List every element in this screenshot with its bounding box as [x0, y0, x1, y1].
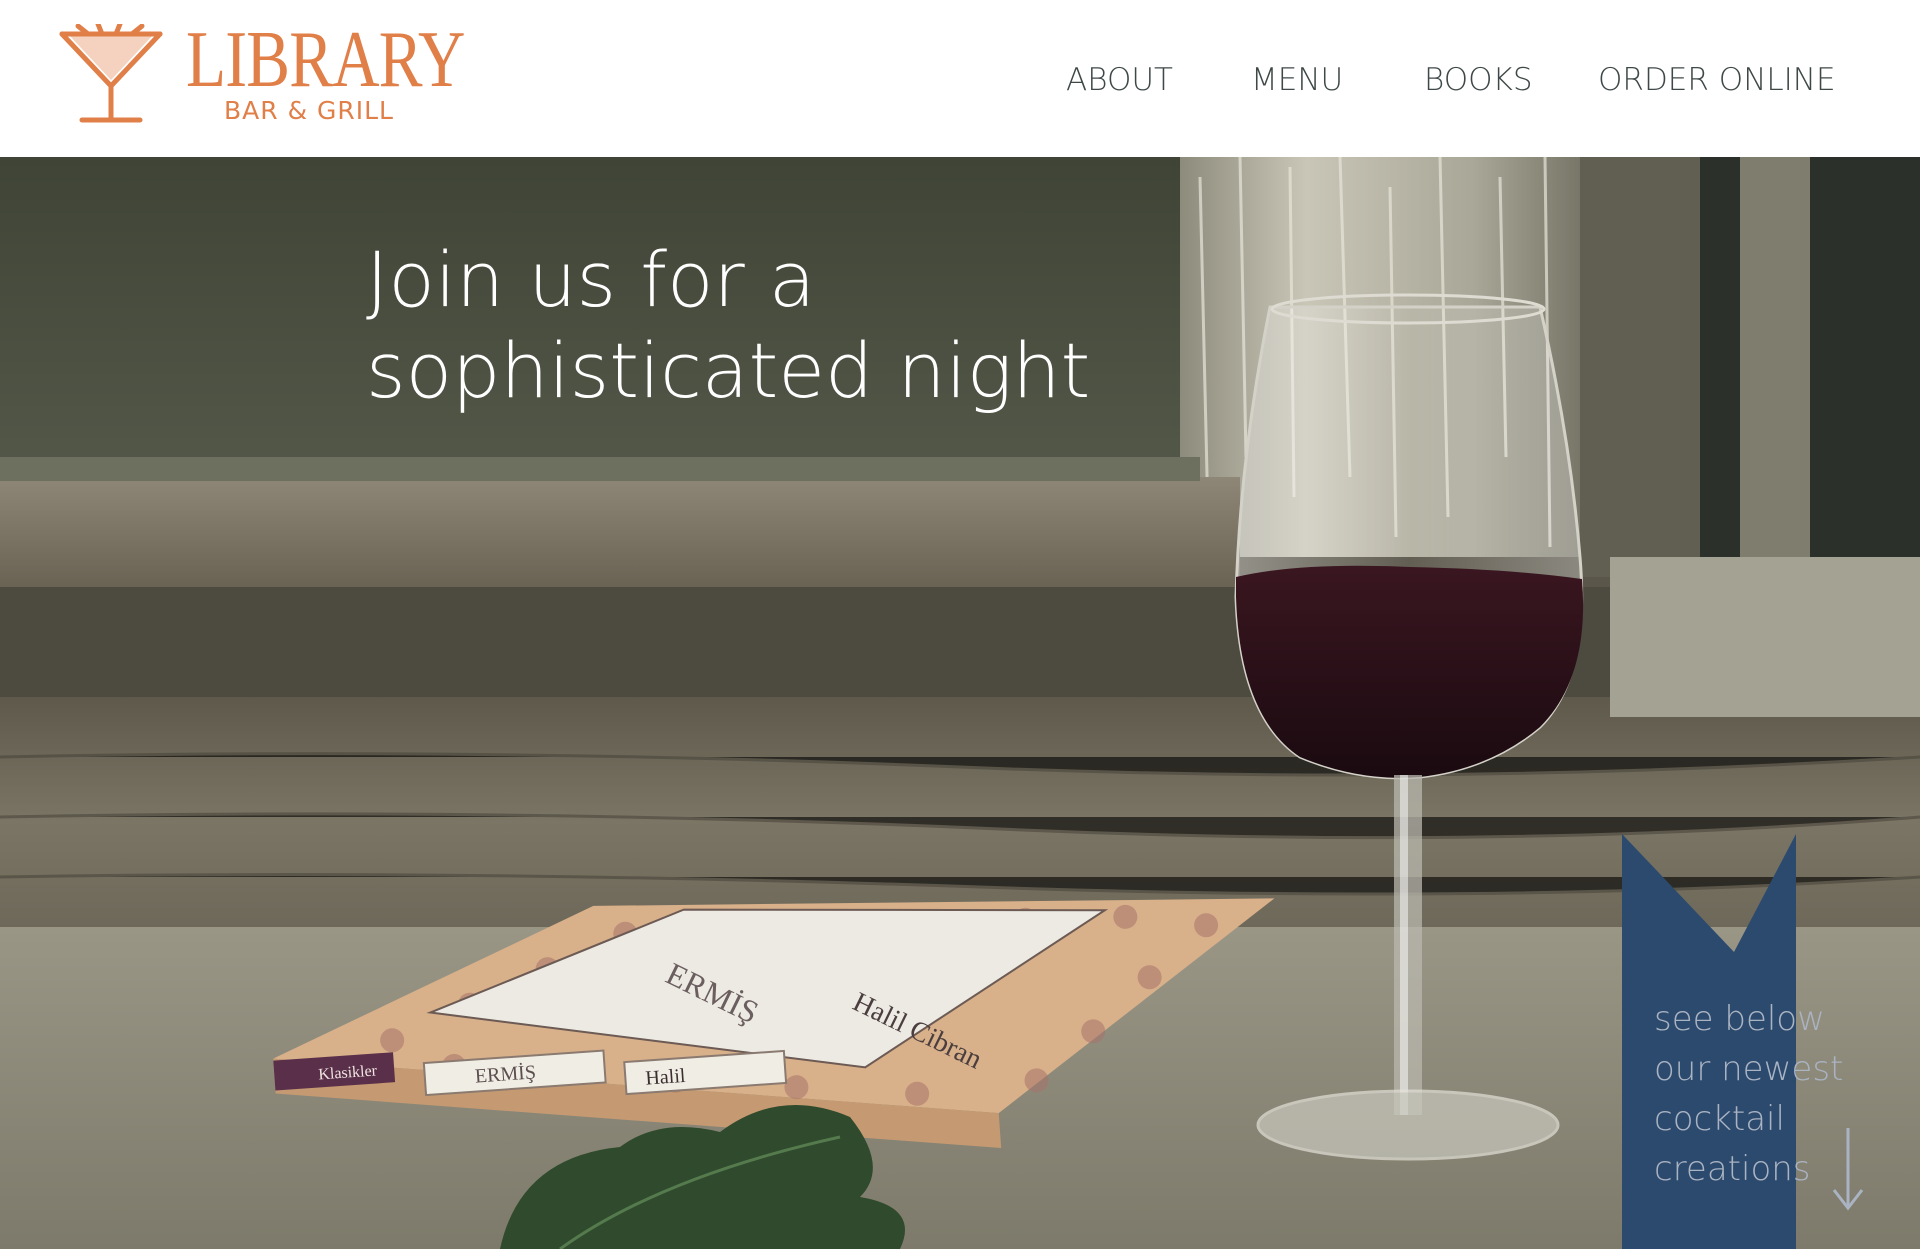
brand-tagline: BAR & GRILL [224, 96, 394, 125]
nav-books[interactable]: BOOKS [1424, 58, 1533, 102]
cocktail-glass-icon [59, 24, 163, 123]
nav-about[interactable]: ABOUT [1066, 58, 1173, 102]
arrow-down-icon[interactable] [1830, 1128, 1866, 1214]
book-spine-title: ERMİŞ [474, 1060, 537, 1087]
nav-order-online[interactable]: ORDER ONLINE [1598, 58, 1836, 102]
site-header: LIBRARY BAR & GRILL ABOUT MENU BOOKS ORD… [0, 0, 1920, 157]
headline-line-2: sophisticated night [366, 326, 1091, 415]
nav-menu[interactable]: MENU [1251, 58, 1343, 102]
hero-headline: Join us for a sophisticated night [366, 234, 1266, 416]
hero-section: ERMİŞ Halil Cibran Klasikler ERMİŞ Halil… [0, 157, 1920, 1249]
headline-line-1: Join us for a [366, 235, 816, 324]
cocktail-ribbon[interactable]: see below our newest cocktail creations [1622, 834, 1843, 1249]
ribbon-line-4: creations [1654, 1149, 1811, 1189]
ribbon-line-1: see below [1654, 999, 1825, 1039]
logo[interactable]: LIBRARY BAR & GRILL [58, 18, 465, 132]
ribbon-line-3: cocktail [1654, 1099, 1785, 1139]
ribbon-line-2: our newest [1654, 1049, 1844, 1089]
ribbon-text: see below our newest cocktail creations [1654, 994, 1844, 1194]
brand-name: LIBRARY [186, 16, 465, 104]
book-spine-author: Halil [645, 1065, 687, 1090]
